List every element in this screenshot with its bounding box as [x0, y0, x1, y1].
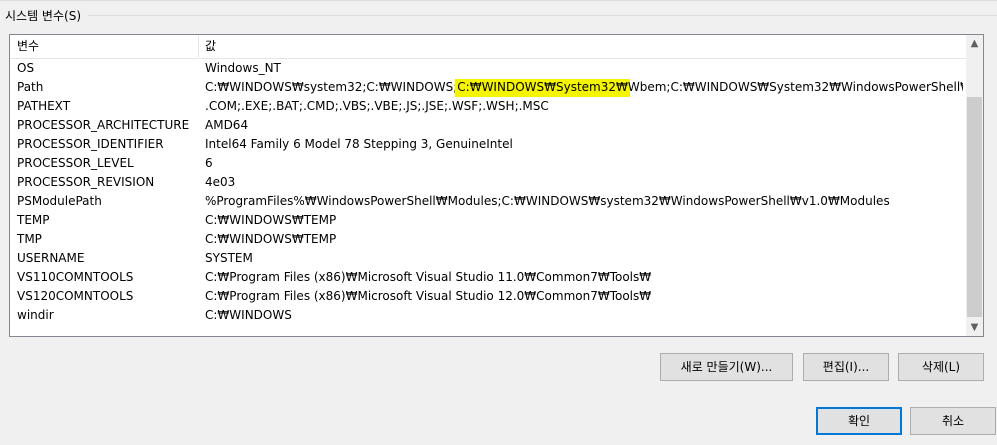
column-separator[interactable]	[198, 35, 199, 57]
table-row[interactable]: USERNAME SYSTEM	[10, 249, 968, 268]
variable-name: PROCESSOR_ARCHITECTURE	[17, 118, 190, 132]
variable-value: C:₩WINDOWS₩system32;C:₩WINDOWS;C:₩WINDOW…	[205, 78, 963, 97]
variable-name: PROCESSOR_REVISION	[17, 175, 155, 189]
scroll-up-icon[interactable]: ▲	[966, 35, 983, 52]
variable-value: C:₩WINDOWS	[205, 308, 292, 322]
variable-value-part: C:₩WINDOWS₩system32;C:₩WINDOWS;	[205, 80, 458, 94]
table-row[interactable]: PROCESSOR_LEVEL 6	[10, 154, 968, 173]
variable-value: C:₩Program Files (x86)₩Microsoft Visual …	[205, 270, 652, 284]
table-row[interactable]: TMP C:₩WINDOWS₩TEMP	[10, 230, 968, 249]
variable-value: .COM;.EXE;.BAT;.CMD;.VBS;.VBE;.JS;.JSE;.…	[205, 99, 549, 113]
table-row[interactable]: PSModulePath %ProgramFiles%₩WindowsPowerS…	[10, 192, 968, 211]
table-row[interactable]: VS120COMNTOOLS C:₩Program Files (x86)₩Mic…	[10, 287, 968, 306]
scrollbar-thumb[interactable]	[967, 97, 982, 317]
ok-button[interactable]: 확인	[816, 407, 902, 435]
new-variable-button[interactable]: 새로 만들기(W)...	[660, 353, 793, 381]
system-variables-list[interactable]: 변수 값 OS Windows_NT Path C:₩WINDOWS₩system32…	[9, 34, 984, 337]
table-row[interactable]: OS Windows_NT	[10, 59, 968, 78]
variable-value: AMD64	[205, 118, 249, 132]
variable-name: VS120COMNTOOLS	[17, 289, 134, 303]
variable-value: C:₩WINDOWS₩TEMP	[205, 213, 337, 227]
variable-value: SYSTEM	[205, 251, 253, 265]
variable-value: Windows_NT	[205, 61, 281, 75]
variable-value: C:₩Program Files (x86)₩Microsoft Visual …	[205, 289, 652, 303]
variable-name: PROCESSOR_IDENTIFIER	[17, 137, 164, 151]
variable-rows: OS Windows_NT Path C:₩WINDOWS₩system32;C:₩W…	[10, 59, 968, 325]
table-row[interactable]: PROCESSOR_ARCHITECTURE AMD64	[10, 116, 968, 135]
variable-name: VS110COMNTOOLS	[17, 270, 134, 284]
column-header-variable[interactable]: 변수	[17, 38, 39, 54]
scroll-down-icon[interactable]: ▼	[966, 319, 983, 336]
variable-name: PSModulePath	[17, 194, 102, 208]
highlighted-path-segment: C:₩WINDOWS₩System32₩	[457, 80, 628, 94]
variable-value: C:₩WINDOWS₩TEMP	[205, 232, 337, 246]
table-row[interactable]: PROCESSOR_IDENTIFIER Intel64 Family 6 Mod…	[10, 135, 968, 154]
table-row[interactable]: TEMP C:₩WINDOWS₩TEMP	[10, 211, 968, 230]
vertical-scrollbar[interactable]: ▲ ▼	[966, 35, 983, 336]
cancel-button[interactable]: 취소	[910, 407, 996, 435]
delete-variable-button[interactable]: 삭제(L)	[898, 353, 984, 381]
variable-name: TEMP	[17, 213, 50, 227]
column-header-value[interactable]: 값	[205, 38, 216, 54]
variable-name: Path	[17, 80, 44, 94]
table-row[interactable]: PROCESSOR_REVISION 4e03	[10, 173, 968, 192]
variable-name: TMP	[17, 232, 42, 246]
variable-value-part: Wbem;C:₩WINDOWS₩System32₩WindowsPowerShe…	[627, 80, 963, 94]
variable-value: 4e03	[205, 175, 236, 189]
variable-name: OS	[17, 61, 35, 75]
table-row[interactable]: windir C:₩WINDOWS	[10, 306, 968, 325]
top-divider	[0, 0, 997, 1]
table-row[interactable]: VS110COMNTOOLS C:₩Program Files (x86)₩Mic…	[10, 268, 968, 287]
table-row[interactable]: PATHEXT .COM;.EXE;.BAT;.CMD;.VBS;.VBE;.JS…	[10, 97, 968, 116]
system-variables-label: 시스템 변수(S)	[5, 8, 84, 24]
variable-name: PROCESSOR_LEVEL	[17, 156, 134, 170]
edit-variable-button[interactable]: 편집(I)...	[803, 353, 889, 381]
variable-name: USERNAME	[17, 251, 85, 265]
variable-value: %ProgramFiles%₩WindowsPowerShell₩Modules…	[205, 194, 890, 208]
variable-value: 6	[205, 156, 213, 170]
group-divider	[88, 15, 997, 16]
variable-name: windir	[17, 308, 54, 322]
variable-value: Intel64 Family 6 Model 78 Stepping 3, Ge…	[205, 137, 513, 151]
table-row[interactable]: Path C:₩WINDOWS₩system32;C:₩WINDOWS;C:₩WI…	[10, 78, 968, 97]
list-header: 변수 값	[10, 35, 968, 59]
variable-name: PATHEXT	[17, 99, 71, 113]
